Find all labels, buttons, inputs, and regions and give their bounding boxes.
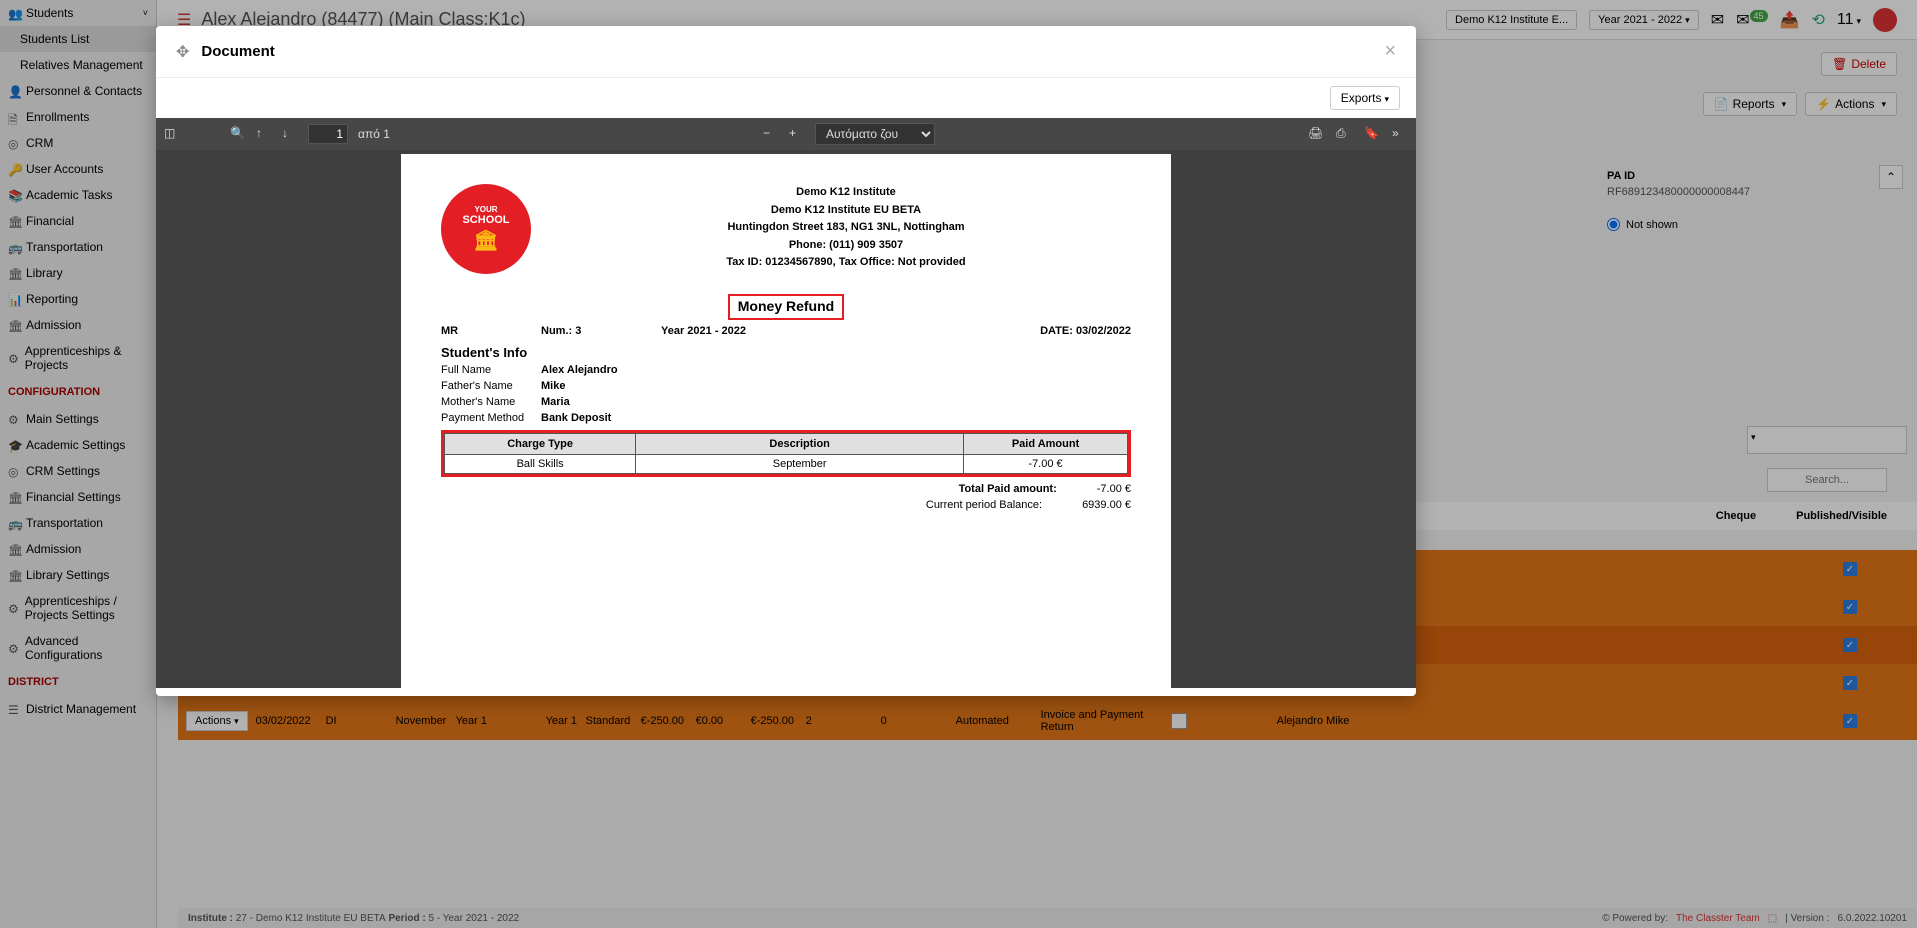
modal-header: ✥ Document × <box>156 26 1416 78</box>
search-icon[interactable]: 🔍 <box>230 126 246 142</box>
close-icon[interactable]: × <box>1384 40 1396 63</box>
pdf-viewer: ◫ 🔍 ↑ ↓ από 1 − + Αυτόματο ζουμ 🖨 ⎙ 🔖 » <box>156 118 1416 688</box>
tools-icon[interactable]: » <box>1392 126 1408 142</box>
prev-page-icon[interactable]: ↑ <box>256 126 272 142</box>
doc-title: Money Refund <box>738 298 834 314</box>
student-info-title: Student's Info <box>441 345 1131 360</box>
pdf-toolbar: ◫ 🔍 ↑ ↓ από 1 − + Αυτόματο ζουμ 🖨 ⎙ 🔖 » <box>156 118 1416 150</box>
modal-title: Document <box>201 43 1384 60</box>
doc-title-highlight: Money Refund <box>728 294 844 320</box>
doc-header-info: Demo K12 Institute Demo K12 Institute EU… <box>561 184 1131 274</box>
document-modal: ✥ Document × Exports ◫ 🔍 ↑ ↓ από 1 − + Α… <box>156 26 1416 696</box>
school-logo: YOUR SCHOOL 🏛 <box>441 184 531 274</box>
zoom-in-icon[interactable]: + <box>789 126 805 142</box>
doc-table-highlight: Charge Type Description Paid Amount Ball… <box>441 430 1131 477</box>
doc-table: Charge Type Description Paid Amount Ball… <box>444 433 1128 474</box>
doc-totals: Total Paid amount:-7.00 € Current period… <box>441 483 1131 511</box>
page-input[interactable] <box>308 124 348 144</box>
pdf-page: YOUR SCHOOL 🏛 Demo K12 Institute Demo K1… <box>401 154 1171 688</box>
print-icon[interactable]: 🖨 <box>1308 126 1324 142</box>
exports-button[interactable]: Exports <box>1330 86 1400 110</box>
table-row: Ball Skills September -7.00 € <box>445 455 1128 474</box>
page-of-label: από 1 <box>358 127 390 141</box>
building-icon: 🏛 <box>473 228 498 253</box>
drag-handle-icon[interactable]: ✥ <box>176 42 189 62</box>
doc-meta: MR Num.: 3 Year 2021 - 2022 DATE: 03/02/… <box>441 325 1131 337</box>
next-page-icon[interactable]: ↓ <box>282 126 298 142</box>
pdf-content[interactable]: YOUR SCHOOL 🏛 Demo K12 Institute Demo K1… <box>156 150 1416 688</box>
bookmark-icon[interactable]: 🔖 <box>1364 126 1380 142</box>
zoom-out-icon[interactable]: − <box>763 126 779 142</box>
zoom-select[interactable]: Αυτόματο ζουμ <box>815 123 935 145</box>
download-icon[interactable]: ⎙ <box>1336 126 1352 142</box>
modal-toolbar: Exports <box>156 78 1416 118</box>
sidebar-toggle-icon[interactable]: ◫ <box>164 126 180 142</box>
